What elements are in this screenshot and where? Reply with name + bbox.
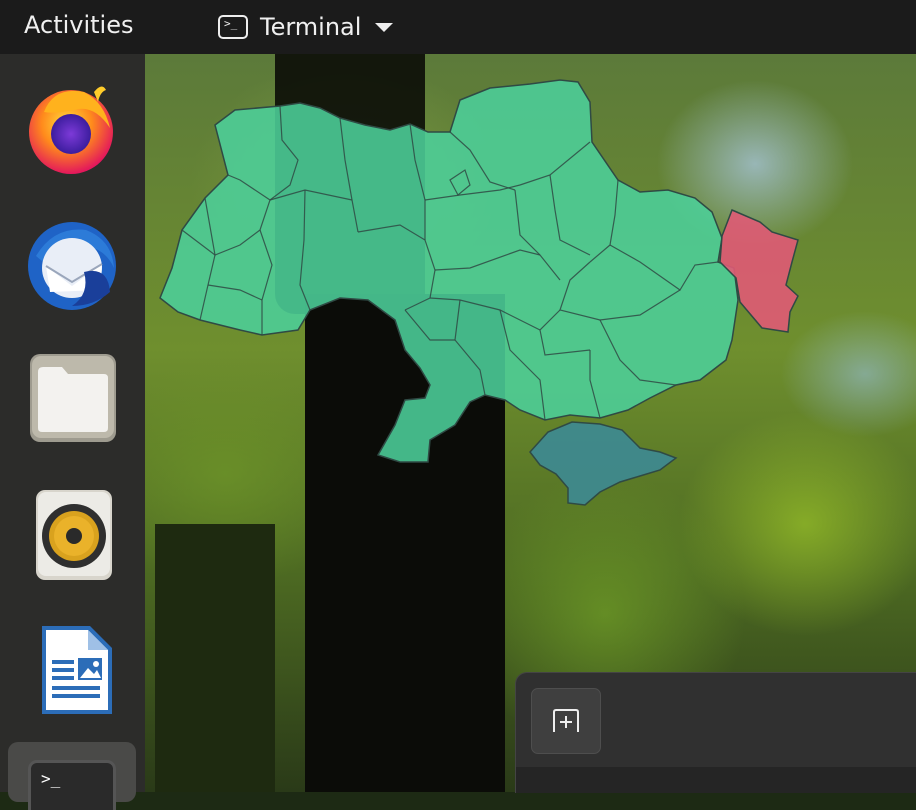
top-bar: Activities >_ Terminal <box>0 0 916 54</box>
terminal-window[interactable] <box>515 672 916 793</box>
firefox-icon <box>29 86 113 174</box>
writer-icon <box>42 626 112 714</box>
rhythmbox-icon <box>36 490 112 580</box>
map-mainland <box>159 79 739 463</box>
chevron-down-icon <box>375 22 394 32</box>
dock-item-rhythmbox[interactable] <box>20 480 124 584</box>
new-tab-icon <box>553 709 579 732</box>
terminal-body[interactable] <box>516 767 916 793</box>
terminal-icon: >_ <box>28 760 116 810</box>
new-tab-button[interactable] <box>531 688 601 754</box>
dock-item-firefox[interactable] <box>20 78 124 182</box>
dock-item-thunderbird[interactable] <box>20 212 124 316</box>
dock-item-terminal[interactable]: >_ <box>8 742 136 810</box>
app-menu-label: Terminal <box>260 13 362 41</box>
terminal-icon: >_ <box>218 15 248 39</box>
thunderbird-icon <box>28 222 116 310</box>
files-icon <box>30 354 116 442</box>
activities-button[interactable]: Activities <box>24 11 134 39</box>
dock-item-libreoffice-writer[interactable] <box>20 616 124 720</box>
dock: >_ <box>0 54 145 810</box>
dock-item-files[interactable] <box>20 346 124 450</box>
app-menu[interactable]: >_ Terminal <box>218 11 394 43</box>
map-crimea <box>529 421 678 506</box>
